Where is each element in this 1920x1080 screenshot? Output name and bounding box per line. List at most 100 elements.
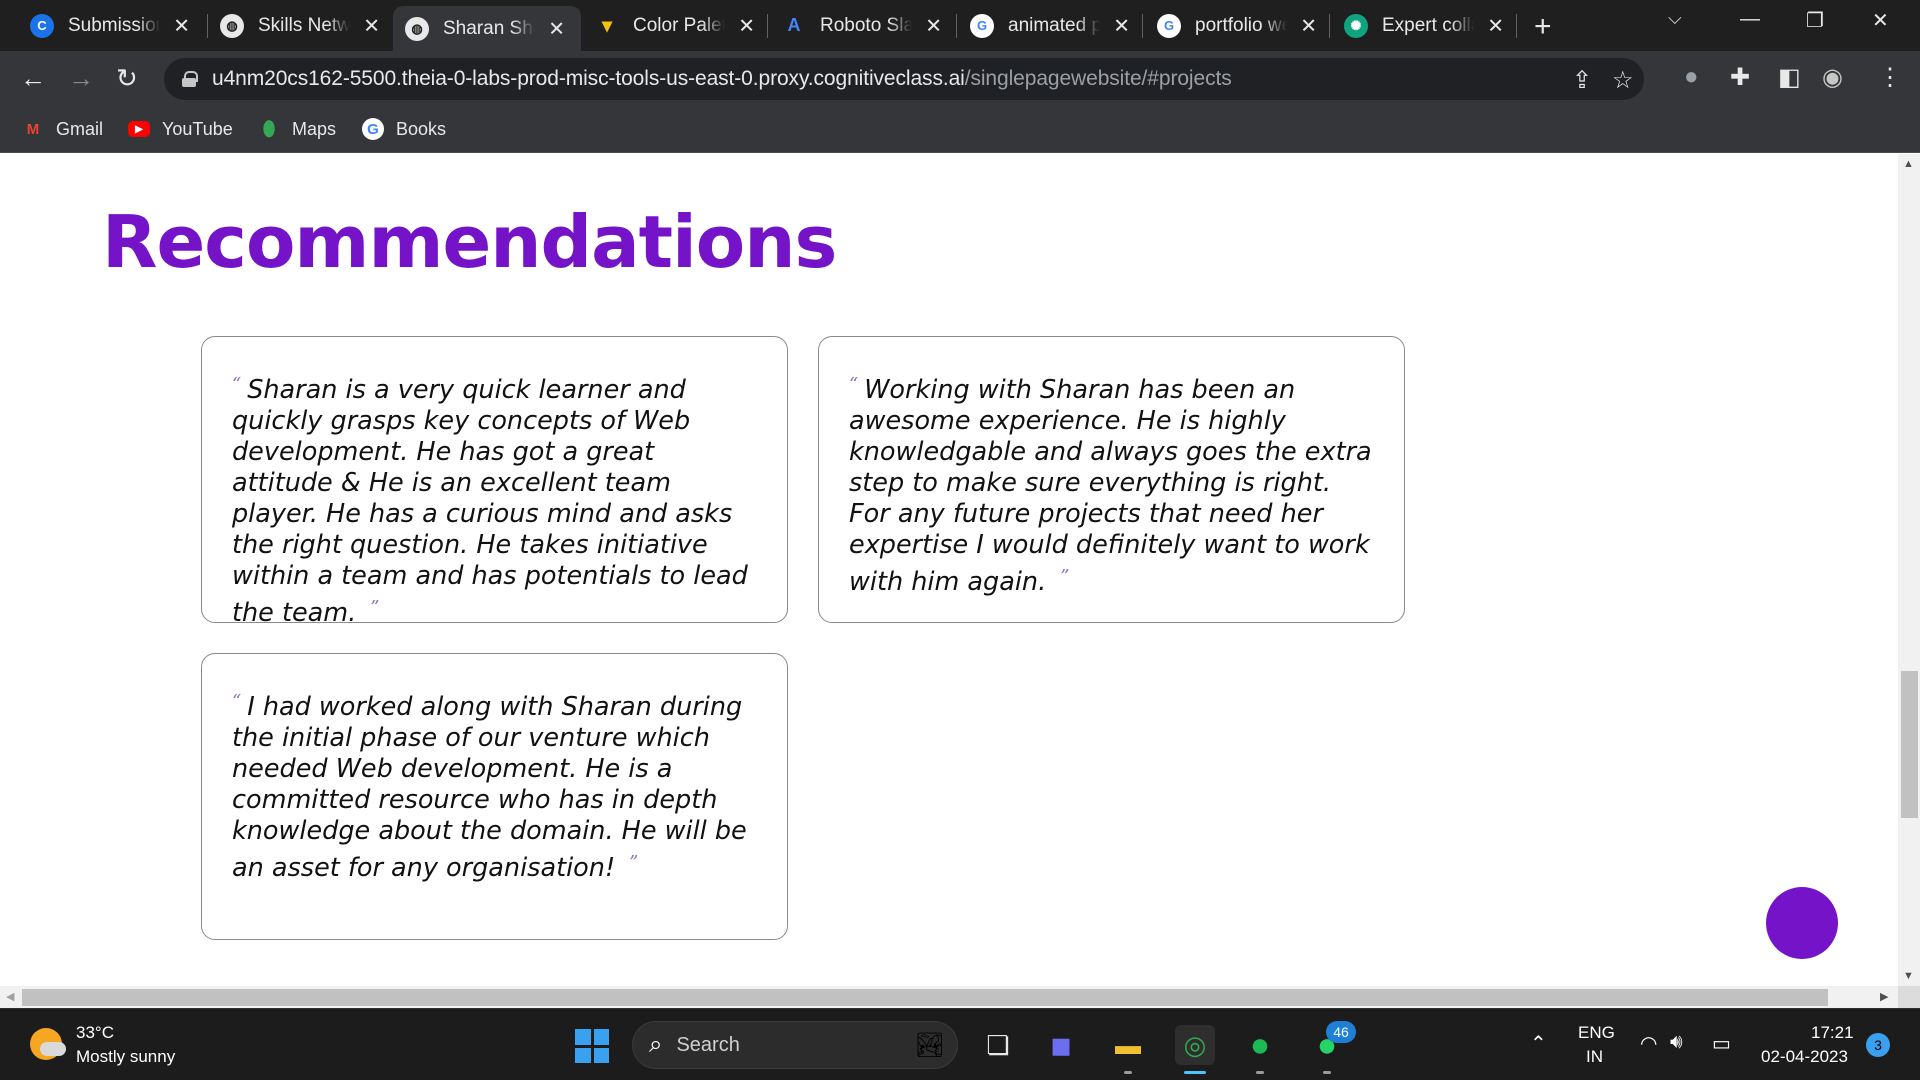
tab-expert-collaboration[interactable]: ✺ Expert collaboration ✕ — [1332, 6, 1520, 45]
scroll-left-icon[interactable]: ◀ — [6, 990, 14, 1003]
horizontal-scrollbar[interactable]: ◀ ▶ — [0, 986, 1898, 1008]
maps-icon: ⬮ — [262, 117, 276, 140]
extension-icon[interactable]: ● — [1684, 63, 1699, 91]
search-highlight-icon: 🏞 — [914, 1031, 945, 1059]
tab-title: Sharan Shetty — [443, 17, 535, 39]
tab-color-palette[interactable]: ▾ Color Palette ✕ — [583, 6, 771, 45]
search-label: Search — [676, 1033, 740, 1056]
recommendation-text: “Sharan is a very quick learner and quic… — [232, 374, 748, 628]
tab-sharan-shetty[interactable]: ◍ Sharan Shetty ✕ — [393, 6, 581, 51]
bookmark-maps[interactable]: ⬮ Maps — [258, 115, 336, 143]
extensions-puzzle-icon[interactable]: ✚ — [1730, 63, 1750, 92]
browser-toolbar: ← → ↻ u4nm20cs162-5500.theia-0-labs-prod… — [0, 51, 1920, 107]
battery-charging-icon[interactable]: ▭ — [1712, 1031, 1731, 1056]
tab-title: Expert collaboration — [1382, 14, 1474, 36]
tab-skills-network[interactable]: ◍ Skills Network ✕ — [208, 6, 396, 45]
back-icon[interactable]: ← — [20, 63, 46, 94]
close-tab-icon[interactable]: ✕ — [1487, 13, 1504, 38]
google-fonts-icon: A — [787, 15, 801, 35]
notification-count[interactable]: 3 — [1866, 1033, 1890, 1057]
language-line1[interactable]: ENG — [1578, 1023, 1615, 1043]
forward-icon[interactable]: → — [68, 63, 94, 94]
close-tab-icon[interactable]: ✕ — [1113, 13, 1130, 38]
volume-icon[interactable]: 🔊︎ — [1670, 1031, 1683, 1054]
scrollbar-thumb[interactable] — [22, 989, 1828, 1006]
tab-title: portfolio website — [1195, 14, 1287, 36]
address-bar[interactable]: u4nm20cs162-5500.theia-0-labs-prod-misc-… — [164, 58, 1644, 100]
spotify-icon[interactable]: ● — [1240, 1025, 1280, 1065]
close-tab-icon[interactable]: ✕ — [738, 13, 755, 38]
tab-title: Skills Network — [258, 14, 350, 36]
palette-icon: ▾ — [601, 15, 613, 37]
windows-taskbar: 33°C Mostly sunny ⌕ Search 🏞 ❏ ◼ ▬ ◎ ● ●… — [0, 1008, 1920, 1080]
url-text: u4nm20cs162-5500.theia-0-labs-prod-misc-… — [212, 67, 1232, 90]
tab-submission[interactable]: C Submission ✕ — [18, 6, 206, 45]
clock-time[interactable]: 17:21 — [1811, 1023, 1854, 1043]
bookmark-label: Books — [396, 118, 447, 139]
windows-start-icon[interactable] — [575, 1029, 609, 1063]
lock-icon[interactable] — [182, 71, 198, 87]
youtube-icon: ▶ — [128, 121, 150, 137]
recommendation-card: “Sharan is a very quick learner and quic… — [201, 336, 788, 628]
restore-icon[interactable]: ❐ — [1806, 8, 1824, 33]
wifi-icon[interactable]: ◠ — [1640, 1031, 1657, 1056]
bookmarks-bar: M Gmail ▶ YouTube ⬮ Maps G Books — [0, 107, 1920, 153]
bookmark-label: YouTube — [162, 118, 233, 139]
weather-sunny-icon[interactable] — [30, 1028, 66, 1060]
share-icon[interactable]: ⇪ — [1572, 66, 1592, 95]
google-g-icon: G — [362, 118, 384, 140]
tab-search-icon[interactable]: ⌵ — [1668, 8, 1682, 29]
profile-avatar-icon[interactable]: ◉ — [1822, 63, 1843, 92]
floating-action-button[interactable] — [1766, 887, 1838, 959]
side-panel-icon[interactable]: ◧ — [1778, 63, 1801, 92]
tab-title: animated portfolio — [1008, 14, 1100, 36]
new-tab-button[interactable]: + — [1534, 10, 1552, 44]
close-tab-icon[interactable]: ✕ — [173, 13, 190, 38]
scroll-right-icon[interactable]: ▶ — [1880, 990, 1888, 1003]
tray-overflow-chevron-icon[interactable]: ⌃ — [1530, 1031, 1547, 1056]
scrollbar-thumb[interactable] — [1901, 671, 1918, 818]
coursera-c-icon: C — [30, 13, 54, 38]
tab-title: Roboto Slab — [820, 14, 912, 36]
section-heading: Recommendations — [102, 200, 837, 284]
menu-kebab-icon[interactable]: ⋮ — [1878, 63, 1902, 92]
clock-date[interactable]: 02-04-2023 — [1761, 1047, 1848, 1067]
bookmark-gmail[interactable]: M Gmail — [22, 115, 103, 143]
recommendation-card: “I had worked along with Sharan during t… — [201, 653, 788, 940]
close-tab-icon[interactable]: ✕ — [548, 16, 565, 41]
close-tab-icon[interactable]: ✕ — [363, 13, 380, 38]
language-line2[interactable]: IN — [1586, 1047, 1603, 1067]
close-tab-icon[interactable]: ✕ — [1300, 13, 1317, 38]
recommendation-text: “Working with Sharan has been an awesome… — [849, 374, 1372, 597]
search-icon: ⌕ — [649, 1031, 663, 1058]
tab-portfolio-website[interactable]: G portfolio website ✕ — [1145, 6, 1333, 45]
globe-icon: ◍ — [220, 13, 244, 38]
weather-temp[interactable]: 33°C — [76, 1023, 114, 1043]
tab-roboto-slab[interactable]: A Roboto Slab ✕ — [770, 6, 958, 45]
scroll-up-icon[interactable]: ▲ — [1903, 158, 1914, 170]
minimize-icon[interactable]: — — [1740, 8, 1760, 31]
teams-chat-icon[interactable]: ◼ — [1041, 1025, 1081, 1065]
weather-desc[interactable]: Mostly sunny — [76, 1047, 175, 1067]
bookmark-youtube[interactable]: ▶ YouTube — [128, 115, 233, 143]
google-g-icon: G — [1157, 13, 1181, 38]
tab-animated-portfolio[interactable]: G animated portfolio ✕ — [958, 6, 1146, 45]
recommendation-card: “Working with Sharan has been an awesome… — [818, 336, 1405, 623]
bookmark-star-icon[interactable]: ☆ — [1612, 66, 1634, 95]
tab-title: Color Palette — [633, 14, 725, 36]
tab-strip: C Submission ✕ ◍ Skills Network ✕ ◍ Shar… — [0, 0, 1920, 51]
file-explorer-icon[interactable]: ▬ — [1108, 1025, 1148, 1065]
bookmark-label: Gmail — [56, 118, 104, 139]
scroll-down-icon[interactable]: ▼ — [1903, 970, 1914, 982]
reload-icon[interactable]: ↻ — [116, 63, 138, 94]
close-window-icon[interactable]: ✕ — [1872, 8, 1889, 33]
task-view-icon[interactable]: ❏ — [978, 1025, 1018, 1065]
chrome-icon[interactable]: ◎ — [1175, 1025, 1215, 1065]
vertical-scrollbar[interactable]: ▲ ▼ — [1898, 154, 1920, 986]
recommendation-text: “I had worked along with Sharan during t… — [232, 691, 747, 883]
taskbar-search[interactable]: ⌕ Search 🏞 — [632, 1021, 958, 1069]
bookmark-books[interactable]: G Books — [362, 115, 446, 143]
globe-icon: ◍ — [405, 16, 429, 41]
bookmark-label: Maps — [292, 118, 337, 139]
close-tab-icon[interactable]: ✕ — [925, 13, 942, 38]
